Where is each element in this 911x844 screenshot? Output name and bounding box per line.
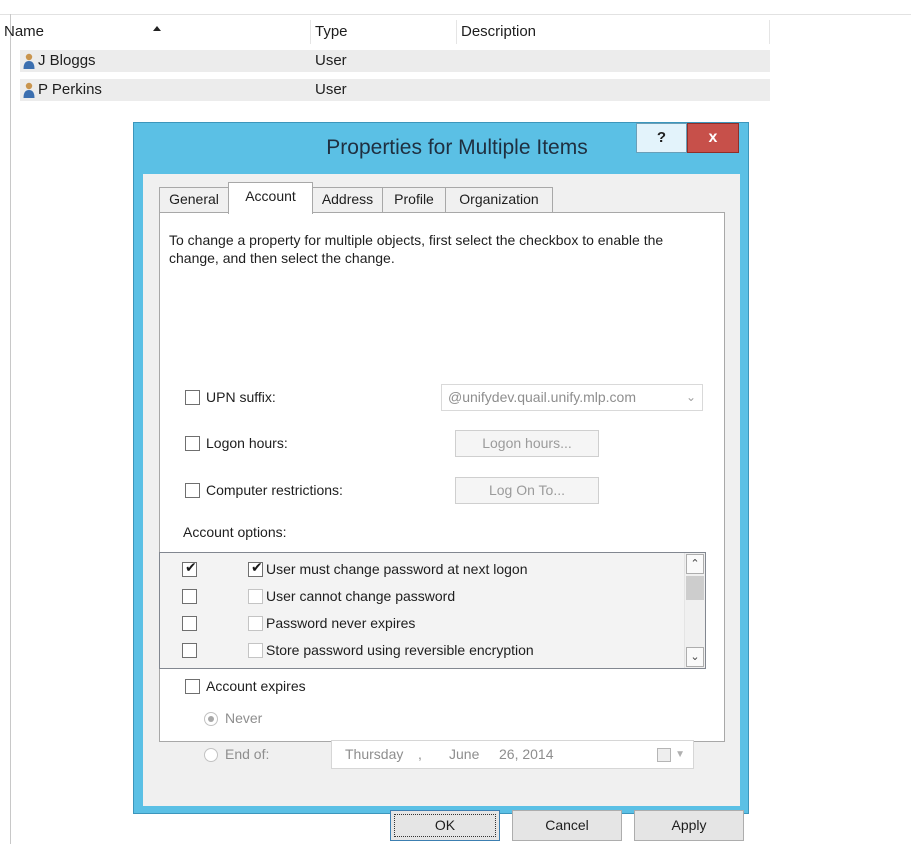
close-button[interactable]: x xyxy=(687,123,739,153)
option-enable-checkbox[interactable]: ✔ xyxy=(182,560,197,577)
tab-label: Account xyxy=(245,188,296,204)
account-expires-checkbox[interactable] xyxy=(185,679,200,694)
column-header-type-label: Type xyxy=(315,23,348,40)
end-of-radio[interactable] xyxy=(204,748,218,762)
date-day-year: 26, 2014 xyxy=(499,746,554,762)
end-of-label: End of: xyxy=(225,746,270,762)
column-header-name[interactable]: Name xyxy=(0,20,311,44)
option-label: Password never expires xyxy=(266,615,416,631)
chevron-down-icon: ⌄ xyxy=(685,390,696,404)
list-top-border xyxy=(0,14,911,15)
table-row[interactable]: P Perkins User xyxy=(20,79,770,101)
tab-label: Organization xyxy=(459,191,539,207)
upn-suffix-label: UPN suffix: xyxy=(206,389,276,405)
user-icon xyxy=(23,53,35,69)
scroll-up-icon[interactable]: ⌃ xyxy=(686,554,704,574)
expiry-date-picker[interactable]: Thursday , June 26, 2014 ▼ xyxy=(331,740,694,769)
account-expires-label: Account expires xyxy=(206,678,306,694)
logon-hours-checkbox[interactable] xyxy=(185,436,200,451)
option-label: User must change password at next logon xyxy=(266,561,528,577)
tab-general[interactable]: General xyxy=(159,187,229,212)
sort-ascending-icon xyxy=(153,26,161,31)
column-header-description-label: Description xyxy=(461,23,537,40)
option-value-checkbox[interactable] xyxy=(248,643,263,658)
option-enable-checkbox[interactable] xyxy=(182,616,197,631)
scroll-down-icon[interactable]: ⌄ xyxy=(686,647,704,667)
cancel-button-label: Cancel xyxy=(545,817,589,833)
intro-text: To change a property for multiple object… xyxy=(169,232,664,266)
option-value-checkbox[interactable] xyxy=(248,589,263,604)
never-radio[interactable] xyxy=(204,712,218,726)
cancel-button[interactable]: Cancel xyxy=(512,810,622,841)
checkmark-icon: ✔ xyxy=(251,560,263,576)
logon-hours-button[interactable]: Logon hours... xyxy=(455,430,599,457)
option-enable-checkbox[interactable] xyxy=(182,643,197,658)
scrollbar-thumb[interactable] xyxy=(686,576,704,600)
column-header-description[interactable]: Description xyxy=(457,20,770,44)
logon-hours-label: Logon hours: xyxy=(206,435,288,451)
user-type: User xyxy=(315,81,347,98)
tab-address[interactable]: Address xyxy=(312,187,383,212)
option-label: User cannot change password xyxy=(266,588,456,604)
computer-restrictions-checkbox[interactable] xyxy=(185,483,200,498)
dialog-body: General Account Address Profile Organiza… xyxy=(143,174,744,841)
option-value-checkbox[interactable]: ✔ xyxy=(248,560,263,577)
column-header-name-label: Name xyxy=(4,23,45,40)
help-button[interactable]: ? xyxy=(636,123,687,153)
tab-label: Address xyxy=(321,191,374,207)
computer-restrictions-label: Computer restrictions: xyxy=(206,482,343,498)
user-type: User xyxy=(315,52,347,69)
calendar-icon[interactable] xyxy=(657,748,671,762)
account-options-label: Account options: xyxy=(183,524,287,540)
tab-organization[interactable]: Organization xyxy=(445,187,553,212)
column-header-type[interactable]: Type xyxy=(311,20,457,44)
user-name: P Perkins xyxy=(38,81,102,98)
ok-button[interactable]: OK xyxy=(390,810,500,841)
tab-label: General xyxy=(169,191,219,207)
user-icon xyxy=(23,82,35,98)
option-enable-checkbox[interactable] xyxy=(182,589,197,604)
apply-button[interactable]: Apply xyxy=(634,810,744,841)
tab-account[interactable]: Account xyxy=(228,182,313,214)
tab-profile[interactable]: Profile xyxy=(382,187,446,212)
account-options-list[interactable]: ✔ ✔ User must change password at next lo… xyxy=(159,552,706,669)
upn-suffix-value: @unifydev.quail.unify.mlp.com xyxy=(448,389,636,405)
date-weekday: Thursday xyxy=(345,746,404,762)
options-scrollbar[interactable]: ⌃ ⌄ xyxy=(684,553,705,668)
focus-rectangle xyxy=(394,814,496,837)
properties-dialog: Properties for Multiple Items ? x Genera… xyxy=(133,122,749,841)
chevron-down-icon: ▼ xyxy=(675,749,685,760)
never-label: Never xyxy=(225,710,263,726)
option-label: Store password using reversible encrypti… xyxy=(266,642,534,658)
upn-suffix-checkbox[interactable] xyxy=(185,390,200,405)
log-on-to-button[interactable]: Log On To... xyxy=(455,477,599,504)
date-separator: , xyxy=(418,746,422,762)
date-month: June xyxy=(449,746,480,762)
checkmark-icon: ✔ xyxy=(185,560,197,576)
option-value-checkbox[interactable] xyxy=(248,616,263,631)
list-left-border xyxy=(10,14,11,844)
user-name: J Bloggs xyxy=(38,52,96,69)
upn-suffix-select[interactable]: @unifydev.quail.unify.mlp.com ⌄ xyxy=(441,384,703,411)
table-row[interactable]: J Bloggs User xyxy=(20,50,770,72)
apply-button-label: Apply xyxy=(671,817,707,833)
radio-selected-dot xyxy=(208,716,214,722)
tab-label: Profile xyxy=(394,191,434,207)
